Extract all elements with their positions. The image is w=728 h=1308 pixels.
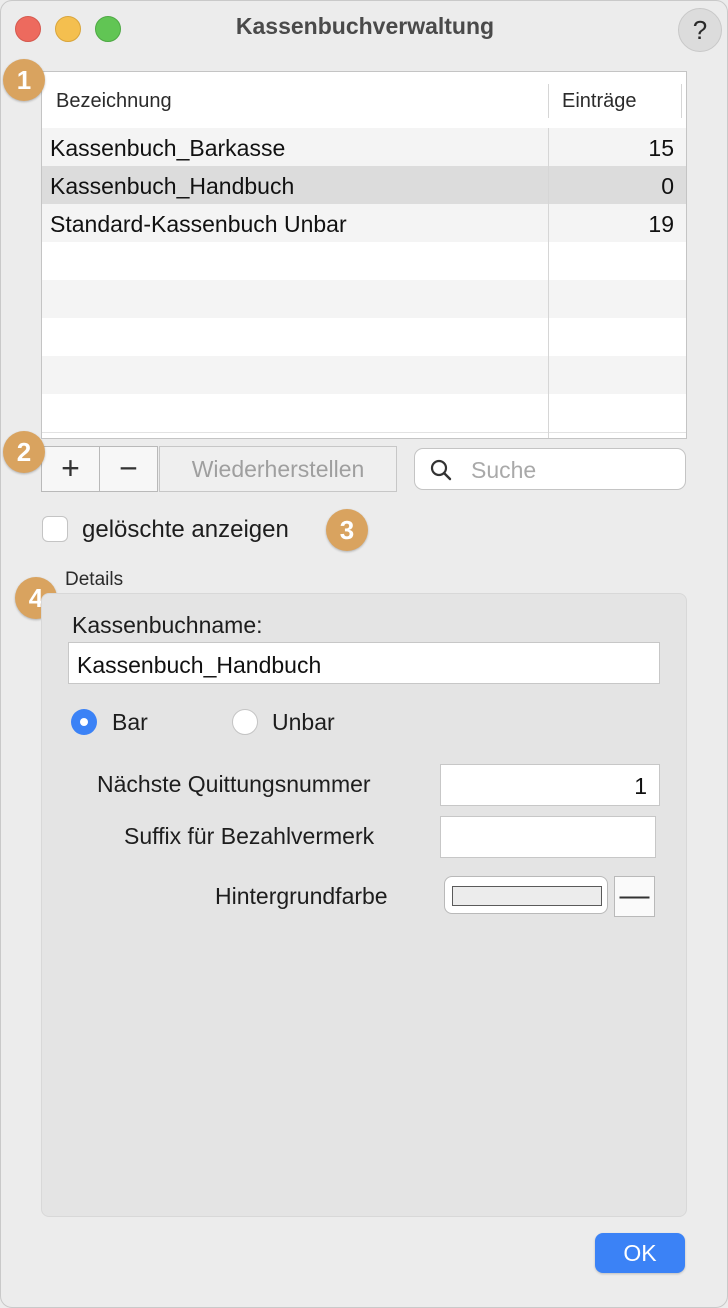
radio-unbar[interactable] (232, 709, 258, 735)
cell-entries: 19 (648, 211, 674, 237)
cashbook-name-field[interactable]: Kassenbuch_Handbuch (68, 642, 660, 684)
background-color-well[interactable] (444, 876, 608, 914)
restore-button[interactable]: Wiederherstellen (159, 446, 397, 492)
empty-table-row (42, 242, 686, 281)
empty-table-row (42, 318, 686, 357)
column-divider (681, 84, 682, 118)
search-icon (430, 459, 452, 481)
remove-button[interactable]: − (99, 446, 158, 492)
color-swatch (452, 886, 602, 906)
empty-table-row (42, 394, 686, 433)
ok-button[interactable]: OK (595, 1233, 685, 1273)
column-header-name[interactable]: Bezeichnung (56, 90, 172, 113)
cashbook-table[interactable]: Bezeichnung Einträge Kassenbuch_Barkasse… (41, 71, 687, 439)
suffix-label: Suffix für Bezahlvermerk (124, 823, 375, 849)
search-input[interactable] (469, 455, 673, 485)
background-color-label: Hintergrundfarbe (215, 883, 388, 909)
callout-badge-3: 3 (326, 509, 368, 551)
help-button[interactable]: ? (678, 8, 722, 52)
show-deleted-label[interactable]: gelöschte anzeigen (82, 516, 289, 544)
cell-name: Standard-Kassenbuch Unbar (50, 211, 347, 237)
table-row[interactable]: Standard-Kassenbuch Unbar 19 (42, 204, 686, 243)
empty-table-row (42, 280, 686, 319)
add-button[interactable]: + (41, 446, 100, 492)
cashbook-name-label: Kassenbuchname: (72, 612, 263, 638)
table-header: Bezeichnung Einträge (42, 72, 686, 129)
callout-badge-2: 2 (3, 431, 45, 473)
cell-name: Kassenbuch_Barkasse (50, 135, 286, 161)
window-title: Kassenbuchverwaltung (235, 13, 495, 39)
show-deleted-checkbox[interactable] (42, 516, 68, 542)
cell-entries: 15 (648, 135, 674, 161)
table-row[interactable]: Kassenbuch_Barkasse 15 (42, 128, 686, 167)
table-row[interactable]: Kassenbuch_Handbuch 0 (42, 166, 686, 205)
column-divider (548, 84, 549, 118)
clear-color-button[interactable]: — (614, 876, 655, 917)
cell-name: Kassenbuch_Handbuch (50, 173, 295, 199)
radio-unbar-label[interactable]: Unbar (272, 709, 335, 736)
callout-badge-1: 1 (3, 59, 45, 101)
column-header-entries[interactable]: Einträge (562, 90, 637, 113)
cell-entries: 0 (661, 173, 674, 199)
empty-table-row (42, 356, 686, 395)
radio-dot (80, 718, 88, 726)
radio-bar[interactable] (71, 709, 97, 735)
next-receipt-label: Nächste Quittungsnummer (97, 771, 371, 797)
suffix-field[interactable] (440, 816, 656, 858)
details-group-title: Details (65, 569, 124, 590)
dialog-window: Kassenbuchverwaltung ? Bezeichnung Eintr… (0, 0, 728, 1308)
column-divider (548, 128, 549, 438)
next-receipt-field[interactable]: 1 (440, 764, 660, 806)
search-field[interactable] (414, 448, 686, 490)
radio-bar-label[interactable]: Bar (112, 709, 148, 736)
